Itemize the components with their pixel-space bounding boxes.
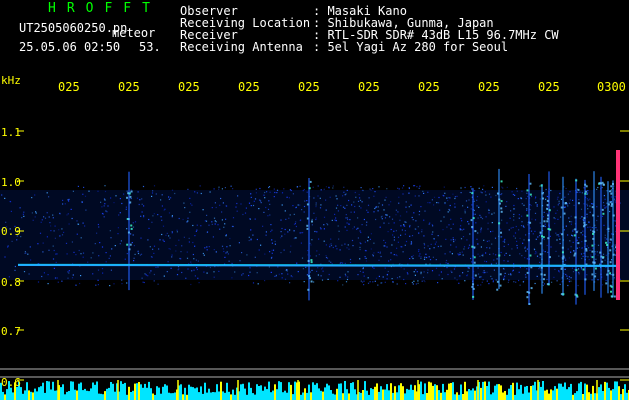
x-tick-label: 025 <box>58 80 80 94</box>
right-edge-burst <box>616 150 620 300</box>
event-tag: meteor <box>112 26 156 40</box>
y-tick-label: 0.7 <box>1 325 21 338</box>
x-tick-label: 025 <box>538 80 560 94</box>
program-title: HROFFT <box>48 1 161 16</box>
spectrogram <box>0 96 629 400</box>
x-tick-label: 0300 <box>597 80 626 94</box>
x-tick-label: 025 <box>238 80 260 94</box>
y-tick-label: 1.1 <box>1 126 21 139</box>
info-value-antenna: : 5el Yagi Az 280 for Seoul <box>313 40 509 54</box>
info-label-antenna: Receiving Antenna <box>180 40 303 54</box>
x-tick-label: 025 <box>358 80 380 94</box>
x-tick-label: 025 <box>298 80 320 94</box>
carrier-line <box>17 264 619 267</box>
y-tick-label: 0.6 <box>1 376 21 389</box>
x-tick-label: 025 <box>478 80 500 94</box>
y-tick-label: 0.9 <box>1 225 21 238</box>
x-tick-label: 025 <box>118 80 140 94</box>
date-time: 25.05.06 02:50 <box>19 40 121 54</box>
x-tick-label: 025 <box>178 80 200 94</box>
x-tick-label: 025 <box>418 80 440 94</box>
y-tick-label: 1.0 <box>1 176 21 189</box>
event-count: 53. <box>139 40 161 54</box>
y-tick-label: 0.8 <box>1 276 21 289</box>
y-axis-unit: kHz <box>1 74 21 87</box>
